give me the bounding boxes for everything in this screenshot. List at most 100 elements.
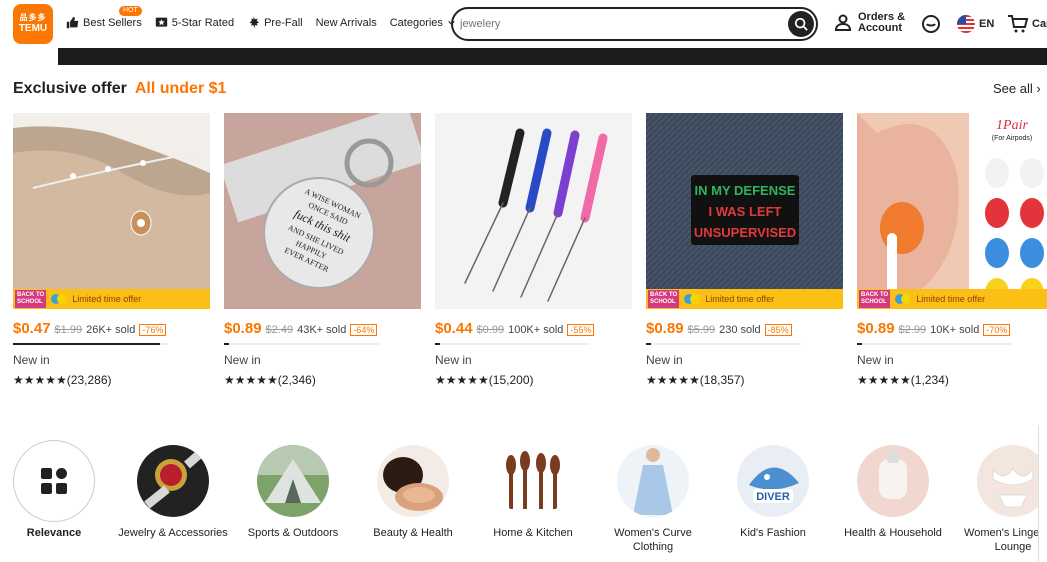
nav-label: New Arrivals: [315, 16, 377, 29]
tent-image: [257, 445, 329, 517]
cart-icon: [1008, 15, 1029, 33]
us-flag-icon: [957, 15, 975, 33]
old-price: $1.99: [54, 324, 83, 336]
sales-progress: [13, 343, 168, 345]
side-panel-edge[interactable]: [1038, 425, 1047, 562]
anklet-image: [13, 113, 210, 309]
hero-banner-strip[interactable]: [58, 48, 1047, 65]
category-health-household[interactable]: Health & Household: [833, 440, 953, 540]
nav-new-arrivals[interactable]: New Arrivals: [316, 17, 377, 29]
search-icon: [794, 17, 808, 31]
category-womens-curve[interactable]: Women's Curve Clothing: [593, 440, 713, 554]
progress-fill: [13, 343, 161, 345]
see-all-label: See all: [993, 81, 1033, 96]
logo-text: TEMU: [18, 23, 48, 34]
nav-categories[interactable]: Categories: [390, 17, 456, 29]
orders-line2: Account: [858, 22, 902, 34]
category-label: Kid's Fashion: [740, 527, 806, 539]
school-line2: SCHOOL: [17, 299, 43, 305]
category-label: Relevance: [26, 527, 82, 539]
category-kids-fashion[interactable]: DIVER Kid's Fashion: [713, 440, 833, 540]
school-line2: SCHOOL: [861, 299, 887, 305]
nav-label: Categories: [389, 16, 443, 29]
top-nav: Best Sellers HOT 5-Star Rated Pre-Fall N…: [66, 6, 469, 29]
logo-mark: 品多多: [19, 13, 47, 22]
promo-strip: BACK TO SCHOOL Limited time offer: [13, 289, 210, 309]
cart-label: Car: [1032, 18, 1047, 30]
price-row: $0.89 $5.99 230 sold -85%: [646, 320, 843, 337]
paperclip-icon: [51, 294, 68, 304]
price-row: $0.89 $2.49 43K+ sold -64%: [224, 320, 421, 337]
product-card[interactable]: IN MY DEFENSE I WAS LEFT UNSUPERVISED BA…: [646, 113, 843, 387]
category-jewelry[interactable]: Jewelry & Accessories: [113, 440, 233, 540]
rating: ★★★★★(23,286): [13, 373, 112, 387]
nav-label: Pre-Fall: [264, 16, 303, 29]
school-line1: BACK TO: [650, 292, 678, 298]
promo-label: Limited time offer: [916, 294, 986, 304]
product-image[interactable]: 1Pair (For Airpods) BACK TO SCHOOL Limite…: [857, 113, 1047, 309]
product-image[interactable]: IN MY DEFENSE I WAS LEFT UNSUPERVISED BA…: [646, 113, 843, 309]
utensils-image: [497, 445, 569, 517]
offer-subtitle: All under $1: [134, 80, 227, 97]
see-all-link[interactable]: See all ›: [993, 81, 1041, 96]
rating: ★★★★★(2,346): [224, 373, 316, 387]
category-relevance[interactable]: Relevance: [13, 440, 95, 540]
search-bar: [451, 7, 818, 41]
language-label: EN: [979, 18, 995, 30]
nav-pre-fall[interactable]: Pre-Fall: [247, 16, 303, 29]
category-home-kitchen[interactable]: Home & Kitchen: [473, 440, 593, 540]
star-box-icon: [155, 17, 167, 27]
school-line1: BACK TO: [17, 292, 45, 298]
new-in-tag: New in: [646, 353, 683, 367]
product-card[interactable]: 1Pair (For Airpods) BACK TO SCHOOL Limite…: [857, 113, 1047, 387]
orders-account-button[interactable]: Orders & Account: [834, 12, 905, 34]
support-button[interactable]: [921, 14, 941, 39]
sold-count: 100K+ sold: [508, 324, 564, 336]
kids-shirt-text: DIVER: [756, 491, 790, 503]
category-label: Health & Household: [844, 527, 942, 539]
category-sports[interactable]: Sports & Outdoors: [233, 440, 353, 540]
nav-five-star-rated[interactable]: 5-Star Rated: [155, 16, 234, 29]
sold-count: 43K+ sold: [297, 324, 347, 336]
sales-progress: [646, 343, 801, 345]
search-button[interactable]: [788, 11, 814, 37]
massager-image: [857, 445, 929, 517]
combs-image: [435, 113, 632, 309]
price-row: $0.44 $0.99 100K+ sold -55%: [435, 320, 632, 337]
chat-icon: [922, 15, 940, 33]
cart-button[interactable]: Car: [1007, 14, 1047, 34]
grid-icon: [41, 468, 67, 494]
progress-fill: [224, 343, 229, 345]
category-label: Jewelry & Accessories: [118, 527, 228, 539]
product-card[interactable]: A WISE WOMAN ONCE SAID fuck this shit AN…: [224, 113, 421, 387]
sales-progress: [857, 343, 1012, 345]
old-price: $0.99: [476, 324, 505, 336]
category-womens-lingerie[interactable]: Women's Lingerie & Lounge: [953, 440, 1047, 554]
old-price: $5.99: [687, 324, 716, 336]
search-input[interactable]: [460, 18, 780, 30]
top-header: 品多多 TEMU Best Sellers HOT 5-Star Rated P…: [0, 0, 1047, 48]
temu-logo[interactable]: 品多多 TEMU: [13, 4, 53, 44]
category-beauty[interactable]: Beauty & Health: [353, 440, 473, 540]
category-row: Relevance Jewelry & Accessories Sports &…: [0, 440, 1047, 562]
language-selector[interactable]: EN: [957, 15, 994, 33]
back-to-school-badge: BACK TO SCHOOL: [15, 290, 47, 308]
sales-progress: [435, 343, 590, 345]
enamel-pin-image: IN MY DEFENSE I WAS LEFT UNSUPERVISED: [646, 113, 843, 309]
category-label: Women's Lingerie & Lounge: [964, 527, 1047, 553]
old-price: $2.49: [265, 324, 294, 336]
price-row: $0.47 $1.99 26K+ sold -76%: [13, 320, 210, 337]
leaf-icon: [249, 16, 260, 29]
product-card[interactable]: BACK TO SCHOOL Limited time offer $0.47 $…: [13, 113, 210, 387]
product-image[interactable]: A WISE WOMAN ONCE SAID fuck this shit AN…: [224, 113, 421, 309]
product-card[interactable]: $0.44 $0.99 100K+ sold -55% New in ★★★★★…: [435, 113, 632, 387]
thumbs-up-icon: [66, 16, 79, 29]
discount-badge: -64%: [350, 324, 378, 336]
product-image[interactable]: BACK TO SCHOOL Limited time offer: [13, 113, 210, 309]
discount-badge: -85%: [764, 324, 792, 336]
category-label: Home & Kitchen: [493, 527, 573, 539]
sold-count: 230 sold: [719, 324, 761, 336]
product-image[interactable]: [435, 113, 632, 309]
pin-text-2: I WAS LEFT: [709, 204, 782, 219]
nav-best-sellers[interactable]: Best Sellers HOT: [66, 6, 142, 29]
